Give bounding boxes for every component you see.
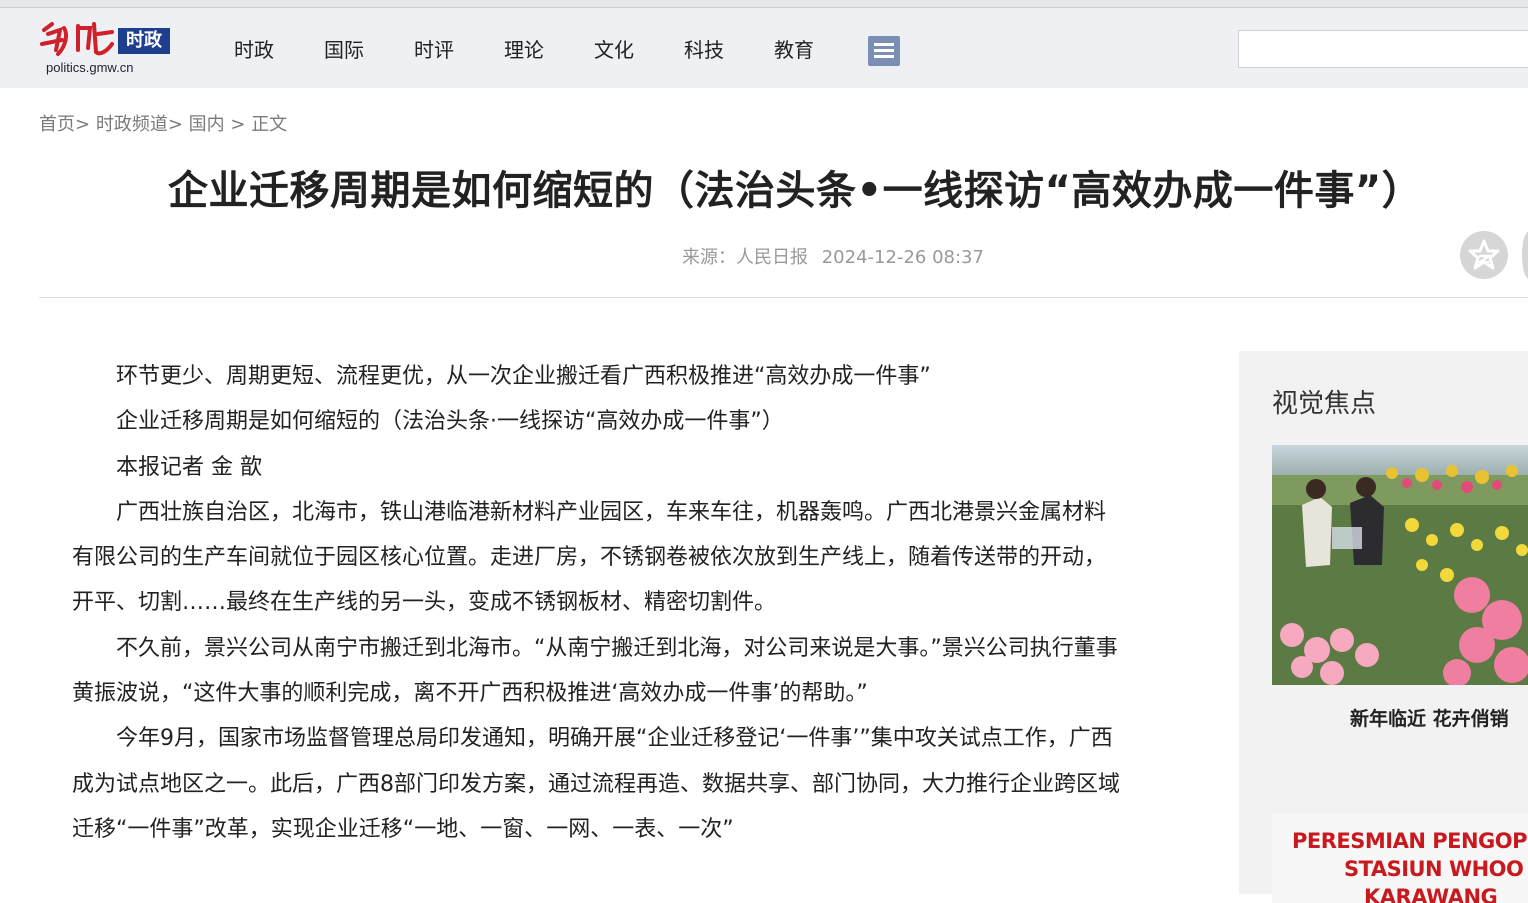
article-source: 来源：人民日报 bbox=[682, 247, 808, 268]
article-paragraph: 广西壮族自治区，北海市，铁山港临港新材料产业园区，车来车往，机器轰鸣。广西北港景… bbox=[72, 499, 1107, 616]
browser-top-strip bbox=[0, 0, 1528, 8]
favorite-button[interactable] bbox=[1460, 231, 1508, 279]
sidebar-title: 视觉焦点 bbox=[1272, 389, 1377, 419]
title-divider bbox=[39, 297, 1528, 298]
share-button[interactable] bbox=[1522, 231, 1528, 279]
breadcrumb: 首页> 时政频道> 国内 > 正文 bbox=[39, 110, 287, 136]
logo-domain: politics.gmw.cn bbox=[46, 60, 134, 75]
article-meta: 来源：人民日报 2024-12-26 08:37 bbox=[682, 243, 992, 269]
site-logo[interactable]: 时政 politics.gmw.cn bbox=[38, 20, 178, 80]
nav-item-technology[interactable]: 科技 bbox=[684, 32, 724, 68]
breadcrumb-current: 正文 bbox=[251, 114, 288, 135]
nav-item-politics[interactable]: 时政 bbox=[234, 32, 274, 68]
breadcrumb-separator: > bbox=[75, 114, 91, 135]
article-body: 环节更少、周期更短、流程更优，从一次企业搬迁看广西积极推进“高效办成一件事” 企… bbox=[72, 354, 1122, 852]
article-paragraph: 今年9月，国家市场监督管理总局印发通知，明确开展“企业迁移登记‘一件事’”集中攻… bbox=[72, 726, 1121, 842]
nav-item-culture[interactable]: 文化 bbox=[594, 32, 634, 68]
visual-focus-sidebar: 视觉焦点 新年临近 花卉俏销 PERESMIAN PENGOPE STASIUN… bbox=[1239, 351, 1528, 903]
article-paragraph: 企业迁移周期是如何缩短的（法治头条·一线探访“高效办成一件事”） bbox=[116, 409, 784, 435]
news-photo[interactable]: PERESMIAN PENGOPE STASIUN WHOO KARAWANG bbox=[1272, 813, 1528, 903]
breadcrumb-separator: > bbox=[224, 114, 252, 135]
breadcrumb-channel[interactable]: 时政频道 bbox=[96, 114, 168, 135]
main-nav: 时政 国际 时评 理论 文化 科技 教育 bbox=[234, 32, 864, 68]
nav-item-international[interactable]: 国际 bbox=[324, 32, 364, 68]
search-input[interactable] bbox=[1238, 30, 1528, 68]
breadcrumb-home[interactable]: 首页 bbox=[39, 114, 75, 135]
star-icon bbox=[1468, 239, 1500, 270]
list-menu-icon[interactable] bbox=[868, 36, 900, 66]
article-paragraph: 本报记者 金 歆 bbox=[116, 454, 262, 480]
nav-item-theory[interactable]: 理论 bbox=[504, 32, 544, 68]
breadcrumb-separator: > bbox=[167, 114, 183, 135]
logo-badge: 时政 bbox=[118, 28, 170, 54]
nav-item-education[interactable]: 教育 bbox=[774, 32, 814, 68]
article-title: 企业迁移周期是如何缩短的（法治头条•一线探访“高效办成一件事”） bbox=[168, 168, 1423, 214]
site-header: 时政 politics.gmw.cn 时政 国际 时评 理论 文化 科技 教育 bbox=[0, 8, 1528, 88]
photo-banner-text: PERESMIAN PENGOPE STASIUN WHOO KARAWANG bbox=[1292, 829, 1528, 903]
article-paragraph: 环节更少、周期更短、流程更优，从一次企业搬迁看广西积极推进“高效办成一件事” bbox=[116, 364, 931, 389]
photo-caption[interactable]: 新年临近 花卉俏销 bbox=[1350, 704, 1509, 731]
nav-item-commentary[interactable]: 时评 bbox=[414, 32, 454, 68]
breadcrumb-section[interactable]: 国内 bbox=[189, 114, 225, 135]
article-datetime: 2024-12-26 08:37 bbox=[821, 247, 984, 268]
article-paragraph: 不久前，景兴公司从南宁市搬迁到北海市。“从南宁搬迁到北海，对公司来说是大事。”景… bbox=[72, 635, 1118, 707]
flower-market-photo[interactable] bbox=[1272, 445, 1528, 685]
flower-market-image bbox=[1272, 445, 1528, 685]
logo-calligraphy-icon bbox=[40, 22, 114, 56]
